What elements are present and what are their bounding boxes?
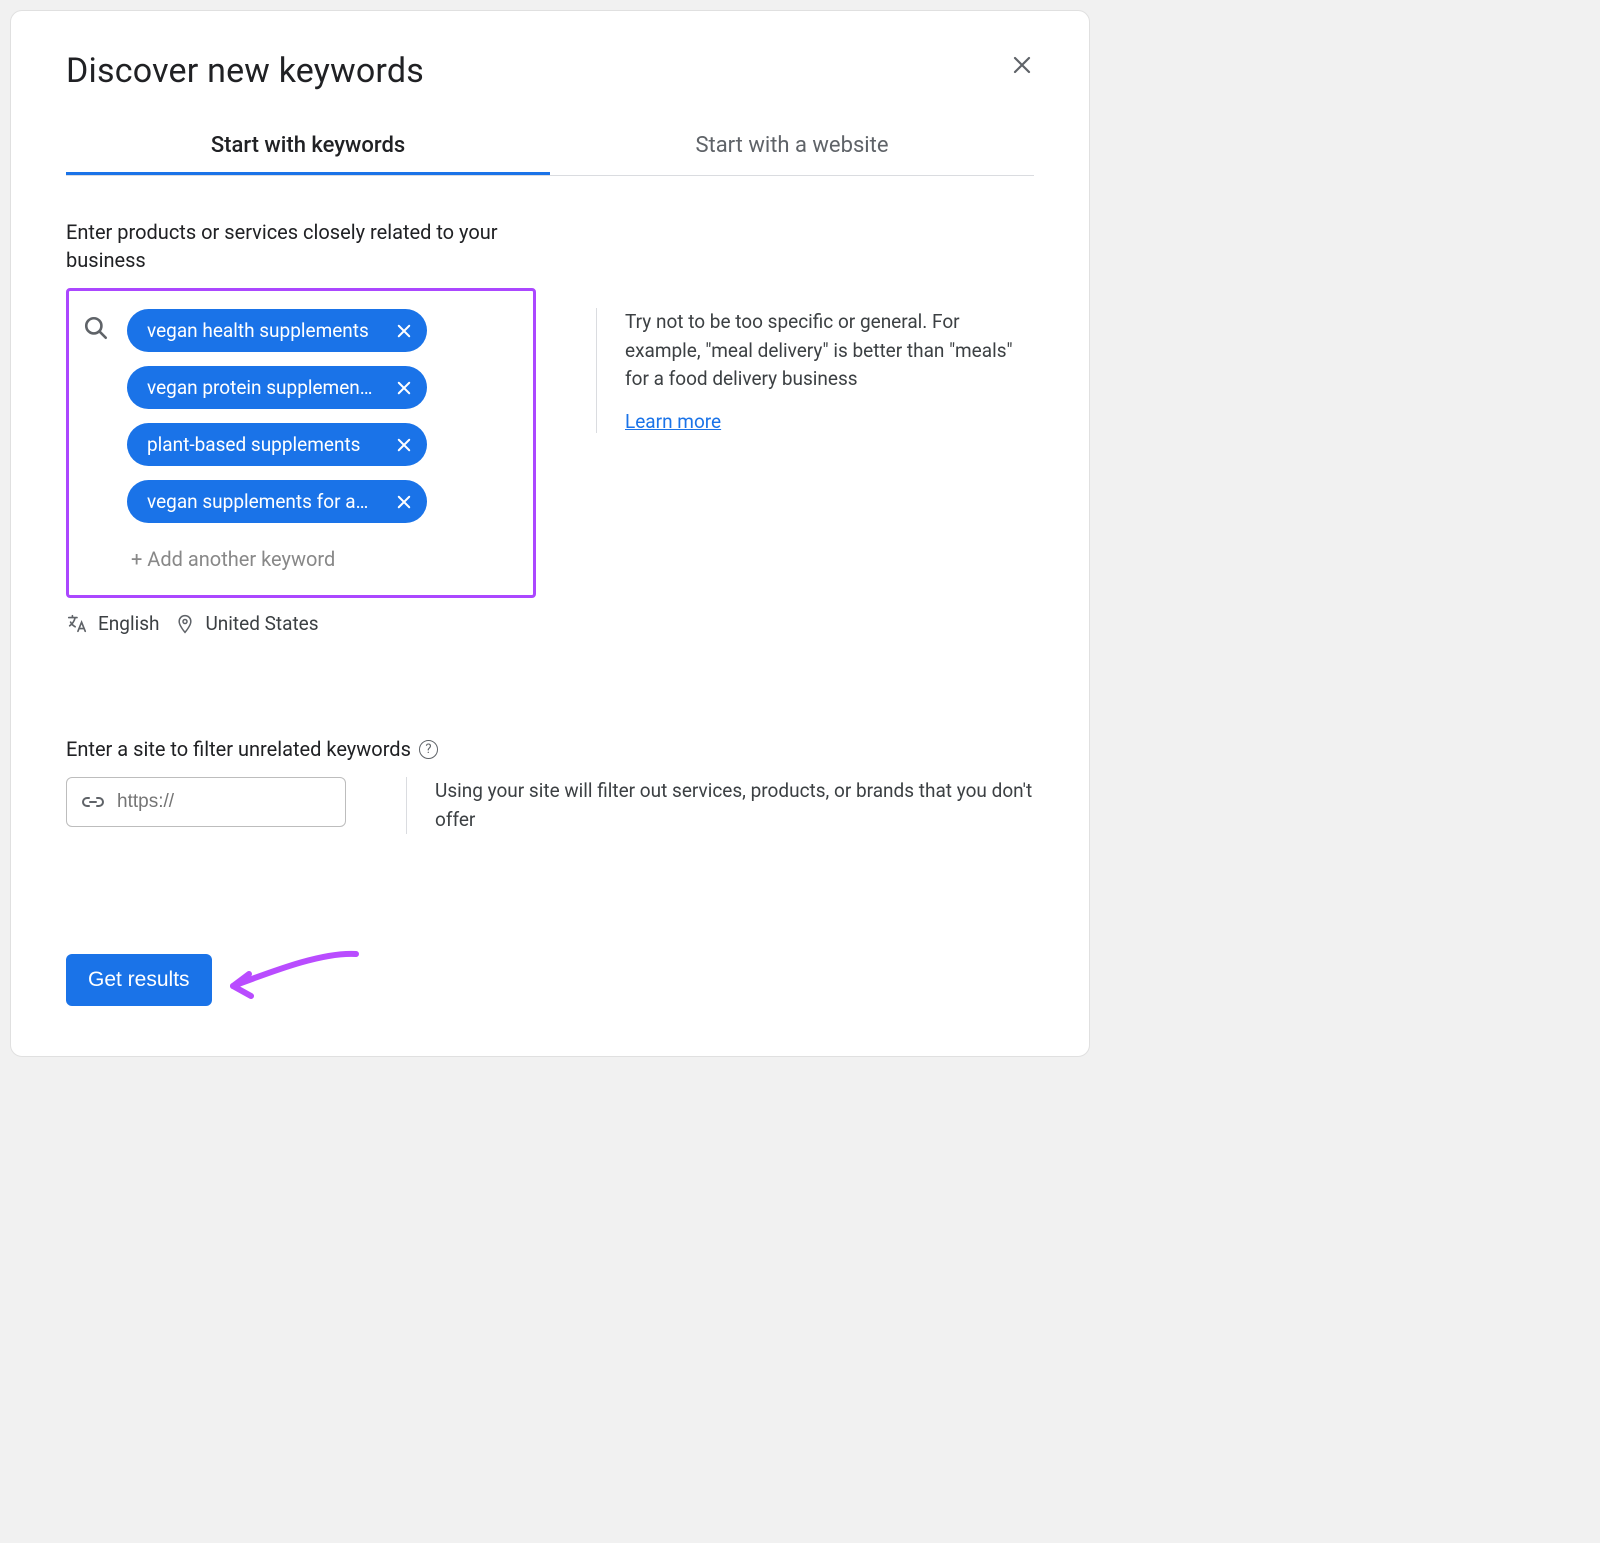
tab-start-with-website[interactable]: Start with a website (550, 119, 1034, 175)
keyword-chip[interactable]: vegan protein supplemen… (127, 366, 427, 409)
close-icon[interactable] (395, 379, 413, 397)
keyword-chip[interactable]: vegan supplements for a… (127, 480, 427, 523)
tab-start-with-keywords[interactable]: Start with keywords (66, 119, 550, 175)
get-results-button[interactable]: Get results (66, 954, 212, 1006)
translate-icon (66, 613, 88, 635)
keywords-tip-panel: Try not to be too specific or general. F… (596, 308, 1034, 433)
keywords-tip-text: Try not to be too specific or general. F… (625, 308, 1034, 394)
chip-label: plant-based supplements (147, 433, 360, 456)
site-tip-text: Using your site will filter out services… (406, 777, 1034, 834)
location-pin-icon (175, 613, 195, 635)
site-filter-section: Enter a site to filter unrelated keyword… (66, 735, 1034, 834)
location-button[interactable]: United States (205, 612, 318, 635)
tabs: Start with keywords Start with a website (66, 119, 1034, 176)
site-input-wrapper[interactable] (66, 777, 346, 827)
language-location-row: English United States (66, 612, 536, 635)
page-title: Discover new keywords (66, 51, 424, 91)
keywords-right: Try not to be too specific or general. F… (596, 218, 1034, 635)
close-icon[interactable] (395, 493, 413, 511)
header-row: Discover new keywords (66, 51, 1034, 119)
link-icon (81, 790, 105, 814)
keyword-chip[interactable]: vegan health supplements (127, 309, 427, 352)
language-button[interactable]: English (98, 612, 159, 635)
site-url-input[interactable] (117, 791, 362, 813)
keyword-planner-panel: Discover new keywords Start with keyword… (10, 10, 1090, 1057)
search-icon (83, 309, 109, 575)
chip-label: vegan protein supplemen… (147, 376, 373, 399)
keywords-label: Enter products or services closely relat… (66, 218, 526, 274)
site-label: Enter a site to filter unrelated keyword… (66, 735, 411, 763)
chip-label: vegan health supplements (147, 319, 369, 342)
help-icon[interactable]: ? (419, 740, 438, 759)
keyword-chip[interactable]: plant-based supplements (127, 423, 427, 466)
site-label-row: Enter a site to filter unrelated keyword… (66, 735, 1034, 763)
learn-more-link[interactable]: Learn more (625, 410, 721, 433)
close-icon[interactable] (1010, 53, 1034, 77)
site-row: Using your site will filter out services… (66, 777, 1034, 834)
keyword-chips: vegan health supplements vegan protein s… (127, 309, 515, 575)
keywords-left: Enter products or services closely relat… (66, 218, 536, 635)
add-keyword[interactable]: + Add another keyword (127, 537, 515, 575)
annotation-arrow (221, 942, 371, 1012)
close-icon[interactable] (395, 322, 413, 340)
keywords-input-box[interactable]: vegan health supplements vegan protein s… (66, 288, 536, 598)
chip-label: vegan supplements for a… (147, 490, 368, 513)
close-icon[interactable] (395, 436, 413, 454)
keywords-section: Enter products or services closely relat… (66, 218, 1034, 635)
